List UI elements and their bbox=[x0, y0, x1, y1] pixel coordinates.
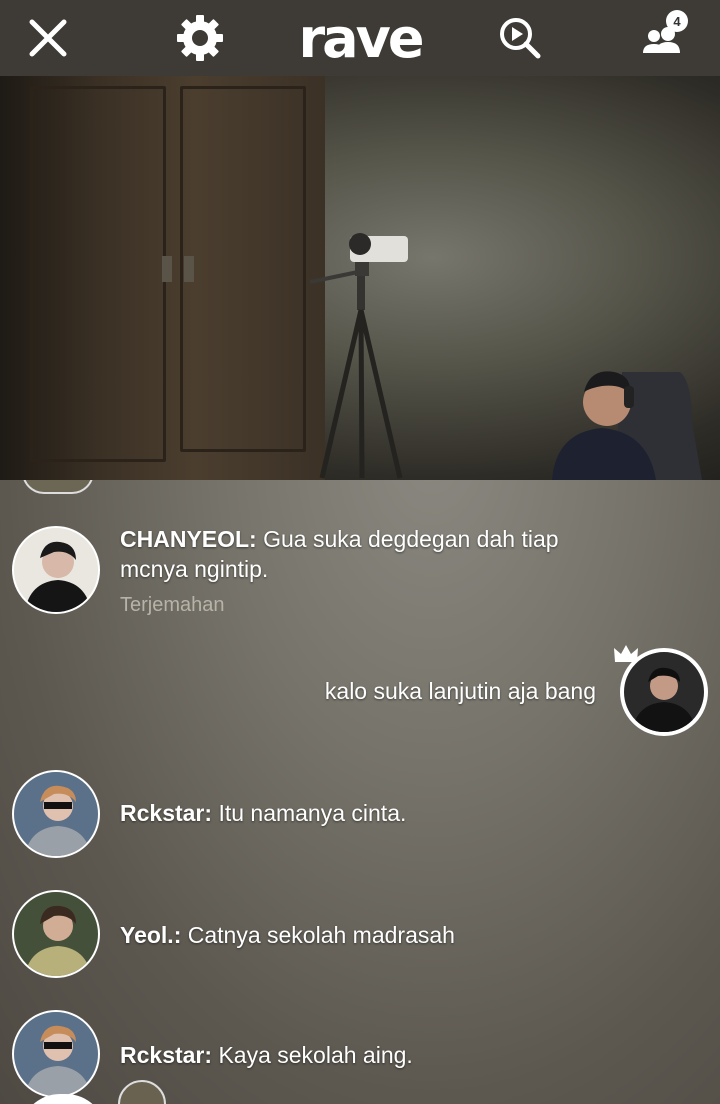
settings-button[interactable] bbox=[170, 0, 230, 76]
close-icon bbox=[29, 19, 67, 57]
avatar[interactable] bbox=[12, 1010, 100, 1098]
avatar[interactable] bbox=[620, 648, 708, 736]
chat-username: Yeol.: bbox=[120, 922, 182, 948]
avatar[interactable] bbox=[12, 890, 100, 978]
avatar bbox=[118, 1080, 166, 1104]
chat-username: CHANYEOL: bbox=[120, 526, 257, 552]
avatar[interactable] bbox=[12, 770, 100, 858]
chat-message-text: Itu namanya cinta. bbox=[218, 800, 407, 826]
chat-username: Rckstar: bbox=[120, 1042, 213, 1068]
streamer-webcam bbox=[552, 362, 702, 480]
video-player[interactable] bbox=[0, 76, 720, 480]
avatar[interactable] bbox=[12, 526, 100, 614]
chat-message-text: Kaya sekolah aing. bbox=[218, 1042, 413, 1068]
top-bar: rave 4 bbox=[0, 0, 720, 76]
participant-count-badge: 4 bbox=[666, 10, 688, 32]
avatar bbox=[22, 480, 94, 494]
chat-message-text: Catnya sekolah madrasah bbox=[187, 922, 455, 948]
participants-button[interactable]: 4 bbox=[632, 0, 692, 76]
video-door bbox=[0, 76, 325, 480]
search-video-button[interactable] bbox=[490, 0, 550, 76]
search-play-icon bbox=[500, 18, 541, 59]
camera-tripod-image bbox=[309, 233, 408, 479]
chat-input-button[interactable] bbox=[20, 1094, 106, 1104]
close-button[interactable] bbox=[18, 0, 78, 76]
chat-message-text: kalo suka lanjutin aja bang bbox=[324, 678, 596, 704]
rave-logo: rave bbox=[298, 6, 425, 70]
chat-username: Rckstar: bbox=[120, 800, 213, 826]
gear-icon bbox=[177, 15, 223, 61]
chat-feed[interactable]: CHANYEOL: Gua suka degdegan dah tiap mcn… bbox=[0, 480, 720, 1104]
translate-link[interactable]: Terjemahan bbox=[120, 594, 225, 617]
